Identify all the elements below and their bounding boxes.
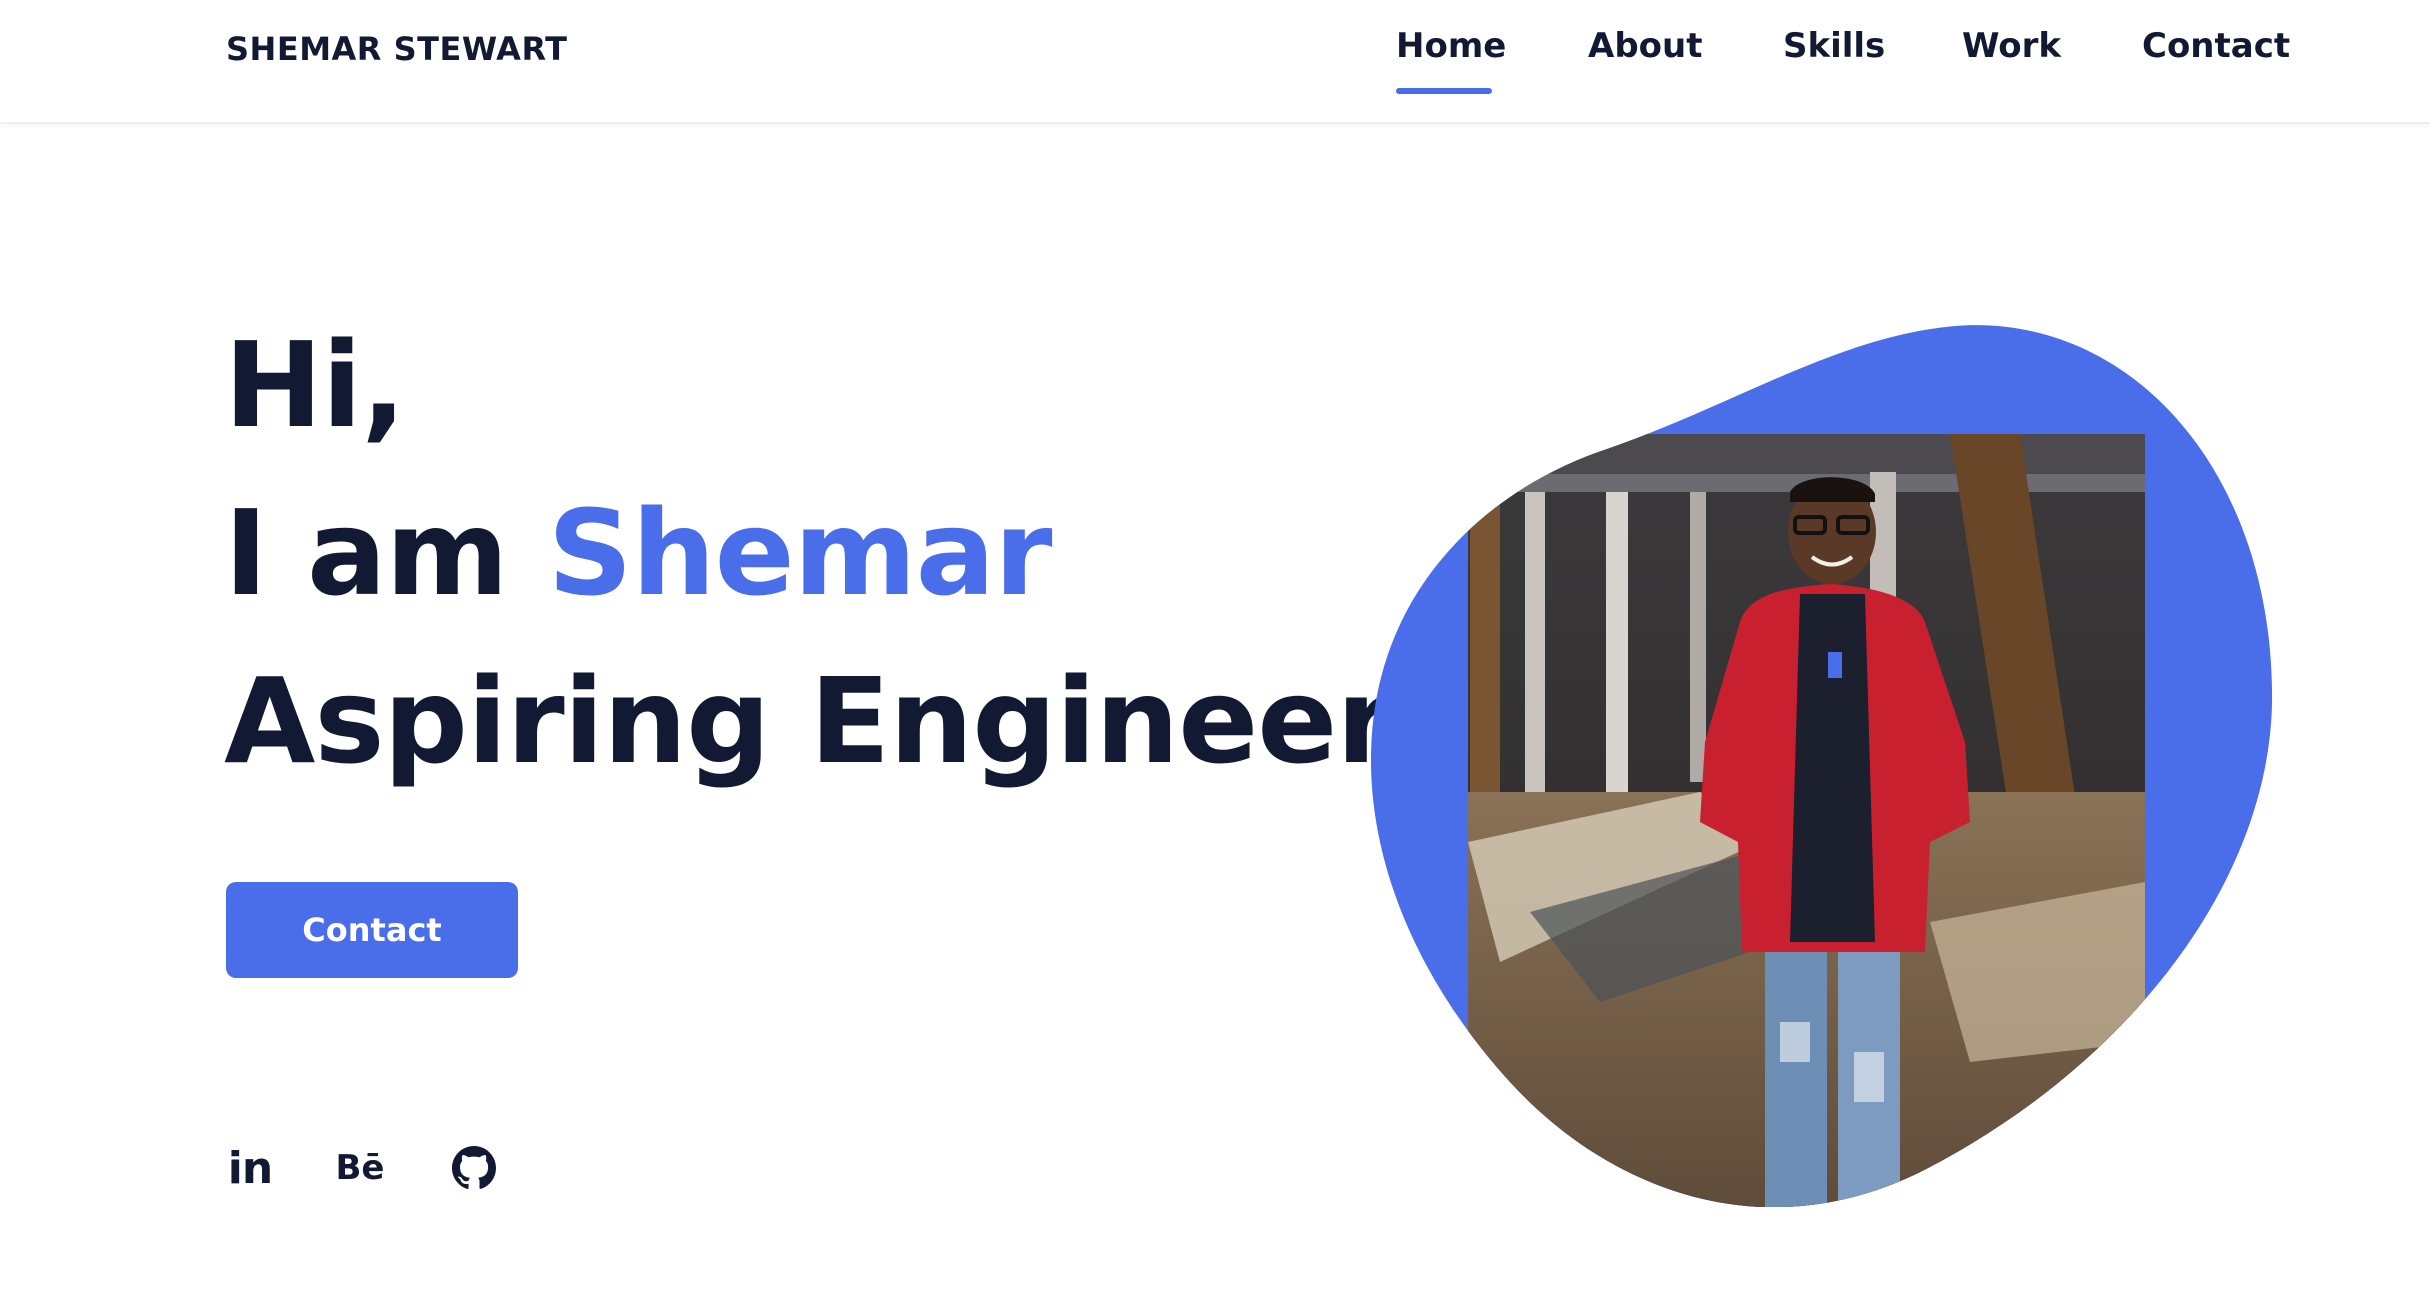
behance-icon: Bē — [335, 1148, 385, 1188]
hero-intro: I am Shemar — [224, 494, 1052, 612]
nav-home-label: Home — [1396, 26, 1507, 66]
nav-contact-label: Contact — [2142, 26, 2291, 66]
hero-title: Aspiring Engineer — [224, 652, 1394, 790]
nav-contact[interactable]: Contact — [2142, 26, 2290, 66]
profile-photo — [1468, 434, 2145, 1208]
contact-button[interactable]: Contact — [226, 882, 518, 978]
nav-active-indicator — [1396, 88, 1492, 94]
behance-link[interactable]: Bē — [335, 1144, 385, 1192]
linkedin-link[interactable]: in — [226, 1142, 274, 1194]
nav-skills[interactable]: Skills — [1783, 26, 1885, 66]
github-icon — [452, 1146, 496, 1189]
site-logo[interactable]: SHEMAR STEWART — [226, 30, 567, 68]
nav-work[interactable]: Work — [1962, 26, 2061, 66]
linkedin-icon: in — [227, 1142, 273, 1194]
hero-name: Shemar — [547, 484, 1053, 622]
hero-image-blob — [1370, 322, 2275, 1208]
nav-about-label: About — [1588, 26, 1703, 66]
site-header: SHEMAR STEWART Home About Skills Work Co… — [0, 0, 2430, 124]
github-link[interactable] — [450, 1144, 498, 1192]
hero-intro-prefix: I am — [224, 484, 548, 622]
hero-greeting: Hi, — [224, 316, 406, 454]
nav-about[interactable]: About — [1588, 26, 1702, 66]
nav-work-label: Work — [1962, 26, 2062, 66]
hero-blob-svg — [1370, 325, 2273, 1208]
nav-skills-label: Skills — [1783, 26, 1886, 66]
nav-home[interactable]: Home — [1396, 26, 1507, 94]
